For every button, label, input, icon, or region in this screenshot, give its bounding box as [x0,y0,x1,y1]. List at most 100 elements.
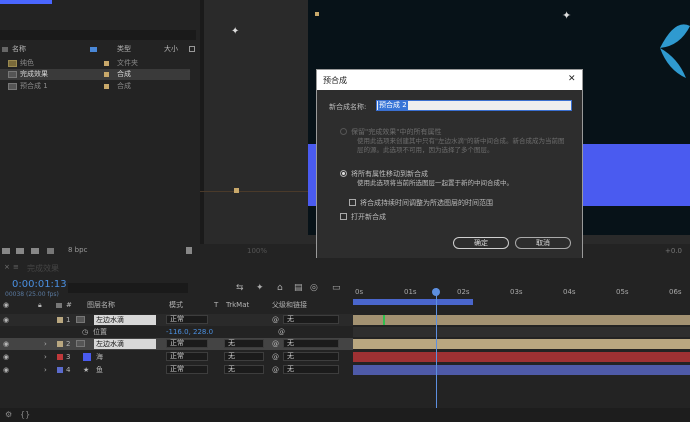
project-col-name[interactable]: 名称 [12,44,26,55]
mode-dropdown[interactable]: 正常 [166,339,208,348]
close-icon[interactable]: ✕ [568,74,576,84]
layer-2-track[interactable] [353,339,690,349]
work-area-bar[interactable] [353,299,473,305]
layer-name[interactable]: 海 [96,351,103,363]
mode-dropdown[interactable]: 正常 [166,365,208,374]
parent-pickwhip-icon[interactable]: @ [272,338,279,350]
current-timecode[interactable]: 0:00:01:13 [12,279,67,290]
expand-twirl-icon[interactable]: › [44,351,47,363]
interpret-footage-icon[interactable] [2,248,10,254]
layer-name-header[interactable]: 图层名称 [87,300,115,311]
anchor-point-handle[interactable] [234,188,239,193]
timeline-bottom-toolbar: ⚙ {} [0,408,690,422]
mode-dropdown[interactable]: 正常 [166,315,208,324]
new-composition-icon[interactable] [31,248,39,254]
ok-button[interactable]: 确定 [453,237,509,249]
exposure-value[interactable]: +0.0 [665,247,682,255]
anchor-point-handle[interactable] [315,12,319,16]
settings-icon[interactable] [47,248,54,254]
comp-mini-flowchart-icon[interactable]: ⇆ [236,283,244,293]
timeline-search-input[interactable] [68,283,188,293]
parent-pickwhip-icon[interactable]: @ [272,364,279,376]
trkmat-dropdown[interactable]: 无 [224,339,264,348]
project-search-input[interactable] [0,30,196,40]
layer-4-track[interactable] [353,365,690,375]
adjust-duration-checkbox[interactable] [349,199,356,206]
project-item[interactable]: 预合成 1 合成 [0,81,190,92]
tab-menu-icon[interactable]: ≡ [13,263,19,271]
trash-icon[interactable] [186,247,192,254]
visibility-toggle[interactable]: ◉ [3,338,9,350]
parent-header[interactable]: 父级和链接 [272,300,307,311]
project-item-name: 预合成 1 [20,82,48,90]
folder-icon [8,60,17,67]
label-color[interactable] [57,341,63,347]
visibility-toggle[interactable]: ◉ [3,351,9,363]
trkmat-header[interactable]: TrkMat [226,300,249,311]
sort-tag-icon[interactable] [90,47,97,52]
bpc-label[interactable]: 8 bpc [68,246,87,254]
t-header[interactable]: T [214,300,218,311]
visibility-toggle[interactable]: ◉ [3,364,9,376]
layer-3-track[interactable] [353,352,690,362]
zoom-label[interactable]: 100% [247,247,267,255]
toggle-modes-icon[interactable]: {} [20,410,30,419]
mode-header[interactable]: 模式 [169,300,183,311]
label-color[interactable] [57,317,63,323]
mode-dropdown[interactable]: 正常 [166,352,208,361]
layer-name[interactable]: 鱼 [96,364,103,376]
expression-pickwhip-icon[interactable]: @ [278,326,285,338]
parent-dropdown[interactable]: 无 [283,339,339,348]
project-column-headers: 名称 类型 大小 [0,44,196,55]
flowchart-icon[interactable] [189,46,195,52]
layer-row[interactable]: ◉ › 3 海 正常 无 @ 无 [0,351,353,363]
keyframe-marker[interactable] [383,315,385,325]
layer-number: 2 [66,340,71,348]
trkmat-dropdown[interactable]: 无 [224,352,264,361]
open-new-comp-checkbox[interactable] [340,213,347,220]
layer-row[interactable]: ◉ 1 左边水滴 正常 @ 无 [0,314,353,326]
layer-name[interactable]: 左边水滴 [94,339,156,349]
timeline-tab[interactable]: × ≡ 完成效果 [0,262,80,274]
dialog-title: 预合成 [323,76,347,85]
project-col-type[interactable]: 类型 [117,44,131,55]
project-item[interactable]: 完成效果 合成 [0,69,190,80]
draft-3d-icon[interactable]: ✦ [256,283,264,293]
label-color[interactable] [57,367,63,373]
playhead-handle[interactable] [432,288,440,296]
position-value[interactable]: -116.0, 228.0 [166,326,213,338]
project-item[interactable]: 纯色 文件夹 [0,58,190,69]
new-folder-icon[interactable] [16,248,24,254]
parent-pickwhip-icon[interactable]: @ [272,351,279,363]
stopwatch-icon[interactable]: ◷ [82,326,88,338]
layer-row[interactable]: ◉ › 4 ★ 鱼 正常 无 @ 无 [0,364,353,376]
composition-name-input[interactable]: 预合成 2 [376,100,572,111]
parent-dropdown[interactable]: 无 [283,315,339,324]
project-item-name: 完成效果 [20,70,48,78]
label-color[interactable] [57,354,63,360]
frame-blending-icon[interactable]: ▤ [294,283,303,293]
cancel-button[interactable]: 取消 [515,237,571,249]
parent-dropdown[interactable]: 无 [283,352,339,361]
close-tab-icon[interactable]: × [4,263,10,271]
shy-layers-icon[interactable]: ⌂ [277,283,283,293]
trkmat-dropdown[interactable]: 无 [224,365,264,374]
option-move-attributes-radio[interactable] [340,170,347,177]
toggle-switches-icon[interactable]: ⚙ [5,410,12,419]
graph-editor-icon[interactable]: ▭ [332,283,341,293]
parent-pickwhip-icon[interactable]: @ [272,314,279,326]
motion-blur-icon[interactable]: ◎ [310,283,318,293]
property-row[interactable]: ◷ 位置 -116.0, 228.0 @ [0,326,353,338]
layer-1-track[interactable] [353,315,690,325]
expand-twirl-icon[interactable]: › [44,338,47,350]
parent-dropdown[interactable]: 无 [283,365,339,374]
visibility-toggle[interactable]: ◉ [3,314,9,326]
project-col-size[interactable]: 大小 [164,44,178,55]
current-time-indicator[interactable] [436,288,437,422]
layer-name[interactable]: 左边水滴 [94,315,156,325]
time-ruler[interactable]: 0s 01s 02s 03s 04s 05s 06s [353,283,690,305]
option-keep-attributes-radio[interactable] [340,128,347,135]
shape-layer-icon: ★ [83,366,90,374]
expand-twirl-icon[interactable]: › [44,364,47,376]
layer-row[interactable]: ◉ › 2 左边水滴 正常 无 @ 无 [0,338,353,350]
